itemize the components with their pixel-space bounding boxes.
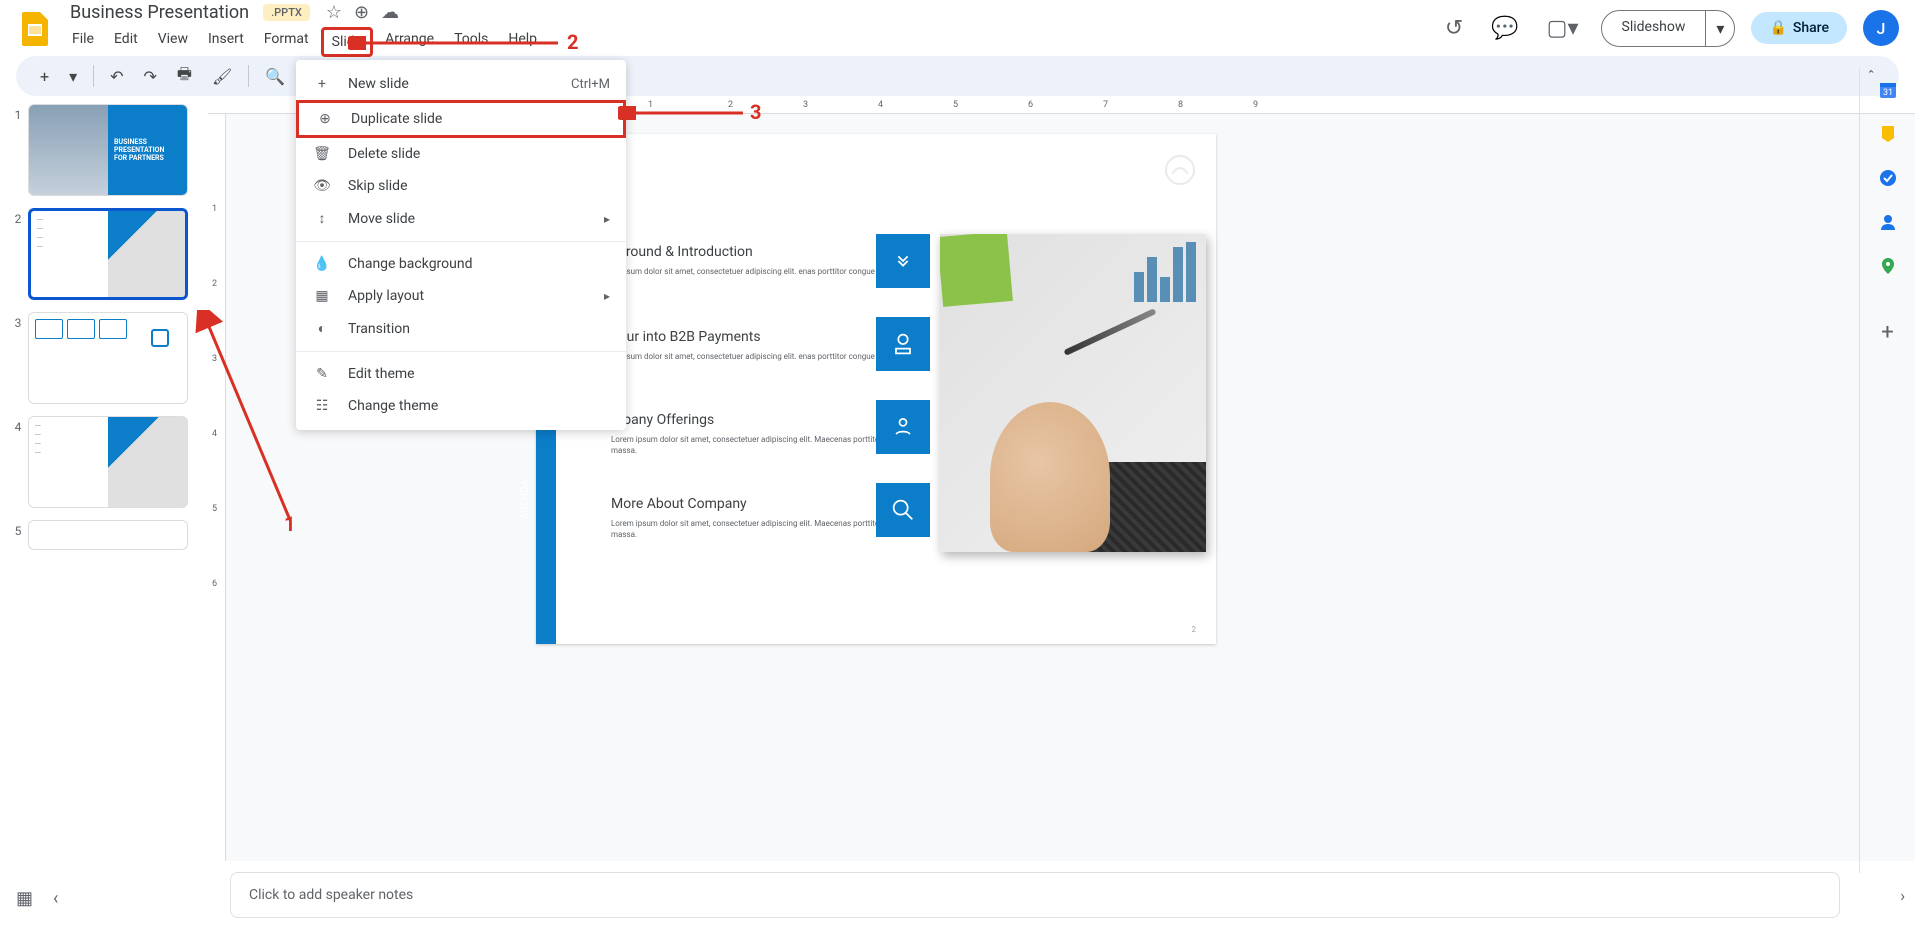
- duplicate-icon: ⊕: [315, 111, 335, 127]
- pptx-badge: .PPTX: [263, 4, 310, 21]
- slide-sidebar-strip: AGENDA: [536, 414, 556, 644]
- annotation-2: 2: [567, 30, 578, 54]
- annotation-1: 1: [284, 512, 295, 536]
- trash-icon: 🗑: [312, 146, 332, 162]
- chevron-left-icon[interactable]: ‹: [53, 888, 58, 909]
- gear-hand-icon: [876, 400, 930, 454]
- grid-view-icon[interactable]: ▦: [16, 888, 33, 909]
- thumb-number: 2: [8, 208, 28, 300]
- menu-delete-slide[interactable]: 🗑 Delete slide: [296, 138, 626, 170]
- annotation-arrow-3: [618, 106, 753, 120]
- history-icon[interactable]: ↺: [1439, 10, 1469, 47]
- slideshow-dropdown-icon[interactable]: ▾: [1706, 11, 1734, 46]
- agenda-item-desc: Lorem ipsum dolor sit amet, consectetuer…: [611, 518, 916, 540]
- doc-title[interactable]: Business Presentation: [64, 0, 255, 25]
- app-header: Business Presentation .PPTX ☆ ⊕ ☁ File E…: [0, 0, 1915, 56]
- thumb-number: 1: [8, 104, 28, 196]
- menu-view[interactable]: View: [150, 27, 196, 57]
- maps-icon[interactable]: [1878, 256, 1898, 276]
- slide-thumbnail-3[interactable]: [28, 312, 188, 404]
- annotation-arrow-2: [348, 36, 568, 50]
- star-icon[interactable]: ☆: [326, 2, 342, 23]
- avatar[interactable]: J: [1863, 10, 1899, 46]
- print-button[interactable]: 🖶: [169, 57, 200, 96]
- slide-page-number: 2: [1192, 625, 1197, 634]
- layout-icon: ▦: [312, 288, 332, 304]
- menu-format[interactable]: Format: [256, 27, 317, 57]
- new-slide-button[interactable]: +: [32, 61, 57, 92]
- agenda-item-title: Tour into B2B Payments: [611, 329, 916, 345]
- agenda-item-title: kground & Introduction: [611, 244, 916, 260]
- annotation-3: 3: [750, 100, 761, 124]
- cloud-status-icon[interactable]: ☁: [381, 2, 399, 23]
- menu-change-theme[interactable]: ☷ Change theme: [296, 390, 626, 422]
- thumb-number: 3: [8, 312, 28, 404]
- share-button[interactable]: 🔒 Share: [1751, 12, 1847, 44]
- new-slide-dropdown-icon[interactable]: ▾: [61, 61, 85, 92]
- menu-insert[interactable]: Insert: [200, 27, 252, 57]
- slides-logo-icon[interactable]: [16, 8, 56, 48]
- move-icon[interactable]: ⊕: [354, 2, 369, 23]
- transition-icon: ◐: [312, 320, 332, 337]
- keep-icon[interactable]: [1878, 124, 1898, 144]
- slideshow-group: Slideshow ▾: [1601, 10, 1736, 47]
- slide-image: [940, 234, 1206, 552]
- tasks-icon[interactable]: [1878, 168, 1898, 188]
- comments-icon[interactable]: 💬: [1485, 10, 1524, 47]
- speaker-notes-input[interactable]: Click to add speaker notes: [230, 872, 1840, 918]
- handshake-icon: [876, 234, 930, 288]
- side-panel: 31 +: [1859, 68, 1915, 873]
- lock-icon: 🔒: [1769, 20, 1786, 36]
- meet-icon[interactable]: ▢▾: [1541, 10, 1585, 47]
- calendar-icon[interactable]: 31: [1878, 80, 1898, 100]
- menu-change-background[interactable]: 💧 Change background: [296, 248, 626, 280]
- watermark-icon: [1164, 154, 1196, 186]
- slide-thumbnail-1[interactable]: BUSINESS PRESENTATION FOR PARTNERS: [28, 104, 188, 196]
- menu-edit[interactable]: Edit: [106, 27, 146, 57]
- menu-move-slide[interactable]: ↕ Move slide ▸: [296, 202, 626, 235]
- agenda-item-title: mpany Offerings: [611, 412, 916, 428]
- slide-dropdown-menu: + New slide Ctrl+M ⊕ Duplicate slide 🗑 D…: [296, 60, 626, 430]
- filmstrip[interactable]: 1 BUSINESS PRESENTATION FOR PARTNERS 2 ─…: [0, 96, 208, 861]
- slide-thumbnail-4[interactable]: ──── ────: [28, 416, 188, 508]
- money-icon: [876, 317, 930, 371]
- redo-button[interactable]: ↷: [136, 61, 165, 92]
- menu-duplicate-slide[interactable]: ⊕ Duplicate slide: [296, 100, 626, 138]
- add-addon-icon[interactable]: +: [1881, 320, 1893, 365]
- slide-thumbnail-5[interactable]: [28, 520, 188, 550]
- menu-edit-theme[interactable]: ✎ Edit theme: [296, 358, 626, 390]
- agenda-item-desc: m ipsum dolor sit amet, consectetuer adi…: [611, 351, 916, 362]
- annotation-arrow-1: [195, 310, 305, 530]
- agenda-item-title: More About Company: [611, 496, 916, 512]
- chevron-right-icon: ▸: [604, 212, 610, 226]
- thumb-number: 4: [8, 416, 28, 508]
- agenda-item-desc: m ipsum dolor sit amet, consectetuer adi…: [611, 266, 916, 277]
- droplet-icon: 💧: [312, 256, 332, 272]
- slideshow-button[interactable]: Slideshow: [1602, 11, 1707, 46]
- slide-thumbnail-2[interactable]: ──── ────: [28, 208, 188, 300]
- undo-button[interactable]: ↶: [102, 61, 131, 92]
- theme-icon: ☷: [312, 398, 332, 414]
- chevron-right-icon: ▸: [604, 289, 610, 303]
- menu-file[interactable]: File: [64, 27, 102, 57]
- thumb-number: 5: [8, 520, 28, 550]
- magnify-icon: [876, 483, 930, 537]
- menu-new-slide[interactable]: + New slide Ctrl+M: [296, 68, 626, 100]
- chevron-right-icon[interactable]: ›: [1890, 876, 1915, 915]
- paint-format-button[interactable]: 🖌: [204, 61, 240, 92]
- agenda-item-desc: Lorem ipsum dolor sit amet, consectetuer…: [611, 434, 916, 456]
- contacts-icon[interactable]: [1878, 212, 1898, 232]
- eye-icon: 👁: [312, 178, 332, 194]
- menu-skip-slide[interactable]: 👁 Skip slide: [296, 170, 626, 202]
- slide-canvas[interactable]: AGENDA kground & Introduction m ipsum do…: [536, 134, 1216, 644]
- menu-apply-layout[interactable]: ▦ Apply layout ▸: [296, 280, 626, 312]
- move-arrows-icon: ↕: [312, 210, 332, 227]
- zoom-button[interactable]: 🔍: [257, 61, 293, 92]
- svg-text:31: 31: [1882, 88, 1892, 98]
- bottom-controls: ▦ ‹: [16, 872, 58, 925]
- menu-transition[interactable]: ◐ Transition: [296, 312, 626, 345]
- plus-icon: +: [312, 76, 332, 92]
- edit-theme-icon: ✎: [312, 366, 332, 382]
- speaker-notes-area: Click to add speaker notes ›: [0, 865, 1915, 925]
